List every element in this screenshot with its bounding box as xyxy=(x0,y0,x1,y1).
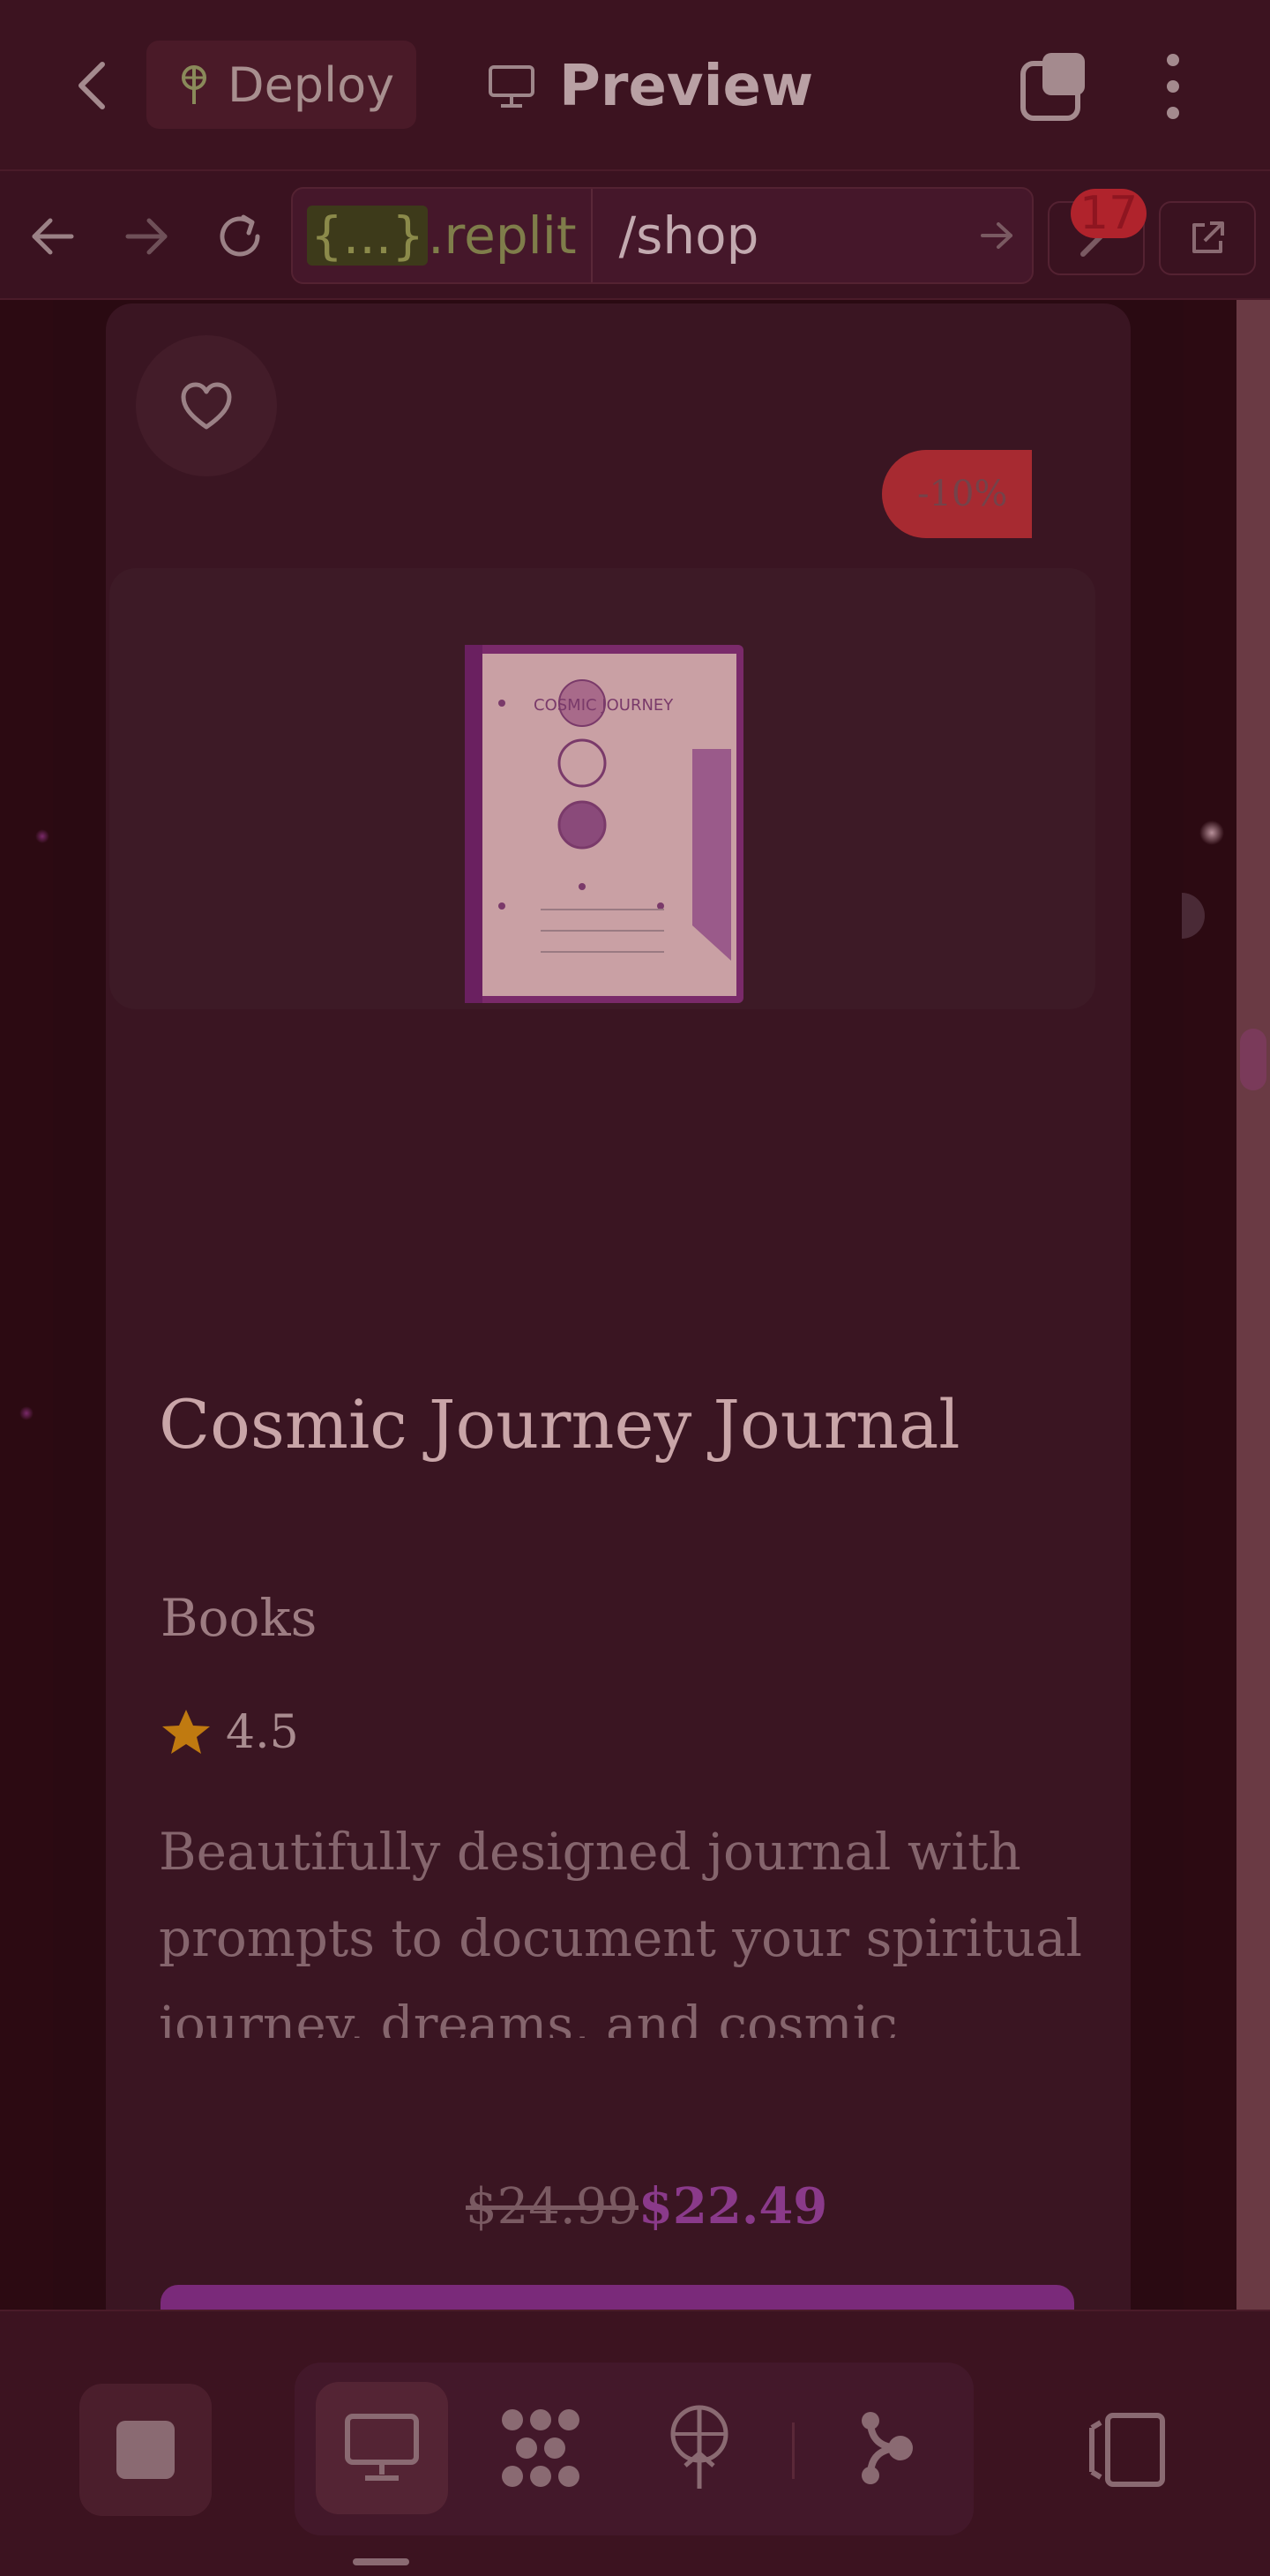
sale-price: $22.49 xyxy=(638,2177,828,2235)
product-rating: 4.5 xyxy=(161,1706,299,1759)
share-tab-button[interactable] xyxy=(820,2382,952,2514)
deploy-label: Deploy xyxy=(228,56,395,113)
more-icon xyxy=(1167,54,1179,119)
scrollbar-track[interactable] xyxy=(1236,300,1270,2310)
background-left xyxy=(0,300,53,2310)
stop-icon xyxy=(116,2421,175,2479)
go-button[interactable] xyxy=(961,221,1032,251)
product-title: Cosmic Journey Journal xyxy=(159,1385,960,1464)
heart-icon xyxy=(181,382,232,430)
discount-badge: -10% xyxy=(882,450,1032,538)
url-host-domain: .replit xyxy=(428,206,577,266)
url-host: {...} .replit xyxy=(293,189,593,282)
background-right xyxy=(1184,300,1236,2310)
preview-tab-button[interactable] xyxy=(316,2382,448,2514)
external-link-icon xyxy=(1192,221,1224,253)
star-icon xyxy=(162,1710,210,1754)
url-host-braces: {...} xyxy=(307,206,429,266)
back-icon xyxy=(78,62,105,109)
more-options-button[interactable] xyxy=(1147,49,1199,124)
scrollbar-thumb[interactable] xyxy=(1240,1029,1266,1090)
panel-icon xyxy=(1089,2413,1165,2487)
toolbar-divider xyxy=(792,2422,795,2479)
preview-title: Preview xyxy=(487,44,813,129)
sparkle-decoration xyxy=(1199,820,1224,845)
book-cover-image: COSMIC JOURNEY xyxy=(463,643,745,1005)
open-external-button[interactable] xyxy=(1159,201,1256,275)
monitor-icon xyxy=(489,65,534,108)
favorite-button[interactable] xyxy=(136,335,277,476)
sparkle-decoration xyxy=(19,1406,34,1420)
url-path: /shop xyxy=(618,206,759,266)
bottom-toolbar xyxy=(0,2310,1270,2576)
preview-label: Preview xyxy=(559,54,814,119)
go-arrow-icon xyxy=(981,222,1012,249)
arrow-left-icon xyxy=(32,218,74,255)
product-description: Beautifully designed journal with prompt… xyxy=(159,1822,1083,2038)
reload-button[interactable] xyxy=(206,203,273,270)
issues-badge: 17 xyxy=(1071,187,1147,240)
arrow-right-icon xyxy=(125,218,168,255)
nav-forward-button[interactable] xyxy=(113,203,180,270)
book-cover-title: COSMIC JOURNEY xyxy=(534,696,674,715)
tabs-button[interactable] xyxy=(1018,49,1092,124)
top-app-bar: Deploy Preview xyxy=(0,0,1270,169)
deploy-button[interactable]: Deploy xyxy=(146,41,416,129)
deploy-tab-button[interactable] xyxy=(633,2382,766,2514)
add-to-cart-button[interactable] xyxy=(161,2285,1074,2310)
workspace-tab-button[interactable] xyxy=(474,2382,607,2514)
pattern-icon xyxy=(502,2409,579,2487)
price-row: $24.99 $22.49 xyxy=(466,2177,827,2235)
tabs-icon xyxy=(1020,53,1085,121)
back-button[interactable] xyxy=(53,46,132,125)
product-category: Books xyxy=(161,1588,318,1648)
rating-value: 4.5 xyxy=(226,1706,299,1759)
share-node-icon xyxy=(862,2412,913,2484)
panel-toggle-button[interactable] xyxy=(1081,2410,1169,2490)
monitor-icon xyxy=(345,2414,419,2481)
sparkle-decoration xyxy=(35,829,49,843)
address-field[interactable]: {...} .replit /shop xyxy=(291,187,1034,284)
product-card: -10% COSMIC JOURNEY Cosmic Journey Journ… xyxy=(106,303,1131,2310)
nav-back-button[interactable] xyxy=(19,203,86,270)
original-price: $24.99 xyxy=(466,2178,639,2235)
stop-button[interactable] xyxy=(79,2384,212,2516)
url-bar: {...} .replit /shop 17 xyxy=(0,169,1270,300)
deploy-icon xyxy=(670,2405,728,2489)
reload-icon xyxy=(220,214,260,257)
deploy-icon xyxy=(182,65,206,104)
preview-viewport: -10% COSMIC JOURNEY Cosmic Journey Journ… xyxy=(0,300,1270,2310)
home-indicator xyxy=(353,2558,409,2565)
app-screen: Deploy Preview {...} .replit /shop 17 -1… xyxy=(0,0,1270,2576)
